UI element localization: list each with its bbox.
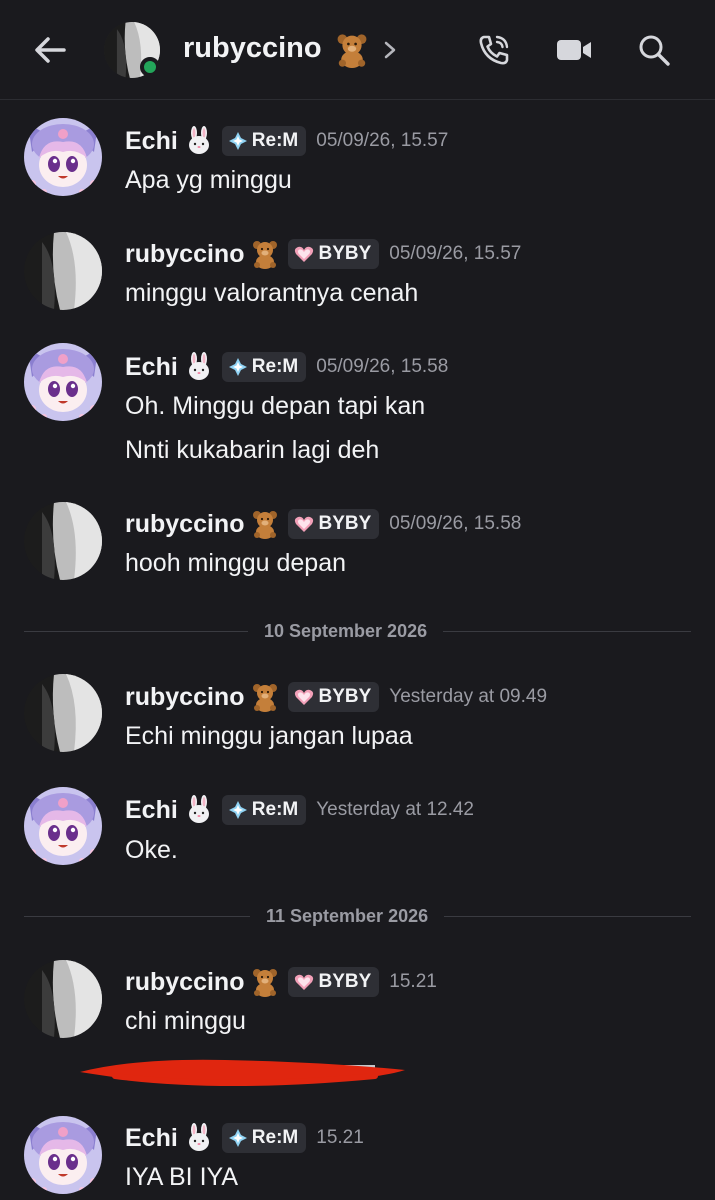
message-text[interactable]: hooh minggu depan — [125, 549, 346, 578]
echi-avatar[interactable] — [24, 118, 102, 196]
rubyccino-avatar[interactable] — [24, 960, 102, 1038]
message-header: rubyccino BYBY 15.21 — [125, 965, 437, 999]
server-tag[interactable]: BYBY — [288, 967, 380, 997]
pink-heart-icon — [294, 972, 314, 992]
timestamp: 15.21 — [316, 1127, 364, 1148]
username[interactable]: rubyccino — [125, 240, 244, 269]
server-tag-label: BYBY — [318, 243, 372, 264]
username[interactable]: Echi — [125, 353, 178, 382]
server-tag[interactable]: Re:M — [221, 126, 307, 156]
message-text[interactable]: Apa yg minggu — [125, 166, 292, 195]
server-tag-label: Re:M — [251, 799, 299, 820]
video-call-icon[interactable] — [555, 34, 593, 66]
message-text[interactable]: Echi minggu jangan lupaa — [125, 722, 413, 751]
message-header: rubyccino BYBY 05/09/26, 15.57 — [125, 237, 521, 271]
rabbit-emoji-icon — [184, 795, 214, 825]
message-header: Echi Re:M Yesterday at 12.42 — [125, 793, 474, 827]
message-text[interactable]: Oh. Minggu depan tapi kan — [125, 392, 425, 421]
echi-avatar[interactable] — [24, 1116, 102, 1194]
chat-header: rubyccino — [0, 0, 715, 100]
username[interactable]: rubyccino — [125, 510, 244, 539]
date-divider-label: 10 September 2026 — [248, 621, 444, 642]
username[interactable]: Echi — [125, 796, 178, 825]
username[interactable]: Echi — [125, 1124, 178, 1153]
teddy-bear-emoji-icon — [250, 682, 280, 712]
pink-heart-icon — [294, 514, 314, 534]
date-divider-label: 11 September 2026 — [250, 906, 445, 927]
timestamp: 05/09/26, 15.58 — [316, 356, 449, 377]
username[interactable]: rubyccino — [125, 968, 244, 997]
rubyccino-avatar[interactable] — [24, 232, 102, 310]
server-tag[interactable]: Re:M — [221, 1123, 307, 1153]
search-icon[interactable] — [636, 32, 672, 68]
message-text[interactable]: IYA BI IYA — [125, 1163, 238, 1192]
sparkle-diamond-icon — [228, 1128, 248, 1148]
server-tag[interactable]: BYBY — [288, 509, 380, 539]
timestamp: 05/09/26, 15.58 — [389, 513, 522, 534]
server-tag-label: Re:M — [251, 130, 299, 151]
rubyccino-avatar[interactable] — [24, 502, 102, 580]
message-header: Echi Re:M 15.21 — [125, 1121, 364, 1155]
server-tag-label: BYBY — [318, 686, 372, 707]
voice-call-icon[interactable] — [476, 32, 512, 68]
timestamp: 05/09/26, 15.57 — [389, 243, 522, 264]
echi-avatar[interactable] — [24, 787, 102, 865]
timestamp: 15.21 — [389, 971, 437, 992]
teddy-bear-emoji-icon — [250, 967, 280, 997]
rubyccino-avatar[interactable] — [24, 674, 102, 752]
server-tag[interactable]: BYBY — [288, 239, 380, 269]
teddy-bear-emoji-icon — [250, 509, 280, 539]
teddy-bear-emoji-icon — [334, 32, 370, 68]
message-text[interactable]: Nnti kukabarin lagi deh — [125, 436, 379, 465]
chat-title[interactable]: rubyccino — [183, 32, 322, 65]
sparkle-diamond-icon — [228, 800, 248, 820]
server-tag-label: BYBY — [318, 971, 372, 992]
server-tag[interactable]: Re:M — [221, 795, 307, 825]
username[interactable]: Echi — [125, 127, 178, 156]
rabbit-emoji-icon — [184, 1123, 214, 1153]
pink-heart-icon — [294, 244, 314, 264]
teddy-bear-emoji-icon — [250, 239, 280, 269]
server-tag-label: BYBY — [318, 513, 372, 534]
message-text[interactable]: minggu valorantnya cenah — [125, 279, 418, 308]
echi-avatar[interactable] — [24, 343, 102, 421]
rabbit-emoji-icon — [184, 352, 214, 382]
server-tag[interactable]: Re:M — [221, 352, 307, 382]
pink-heart-icon — [294, 687, 314, 707]
message-header: rubyccino BYBY 05/09/26, 15.58 — [125, 507, 521, 541]
rabbit-emoji-icon — [184, 126, 214, 156]
sparkle-diamond-icon — [228, 131, 248, 151]
chevron-right-icon[interactable] — [380, 38, 400, 62]
timestamp: Yesterday at 09.49 — [389, 686, 548, 707]
timestamp: Yesterday at 12.42 — [316, 799, 475, 820]
sparkle-diamond-icon — [228, 357, 248, 377]
server-tag[interactable]: BYBY — [288, 682, 380, 712]
timestamp: 05/09/26, 15.57 — [316, 130, 449, 151]
message-header: Echi Re:M 05/09/26, 15.58 — [125, 350, 448, 384]
server-tag-label: Re:M — [251, 1127, 299, 1148]
red-redaction-scribble — [80, 1059, 405, 1086]
back-arrow-icon[interactable] — [30, 30, 70, 70]
online-status-indicator — [140, 57, 160, 77]
message-text[interactable]: Oke. — [125, 836, 178, 865]
message-text[interactable]: chi minggu — [125, 1007, 246, 1036]
message-header: Echi Re:M 05/09/26, 15.57 — [125, 124, 448, 158]
username[interactable]: rubyccino — [125, 683, 244, 712]
server-tag-label: Re:M — [251, 356, 299, 377]
message-header: rubyccino BYBY Yesterday at 09.49 — [125, 680, 547, 714]
